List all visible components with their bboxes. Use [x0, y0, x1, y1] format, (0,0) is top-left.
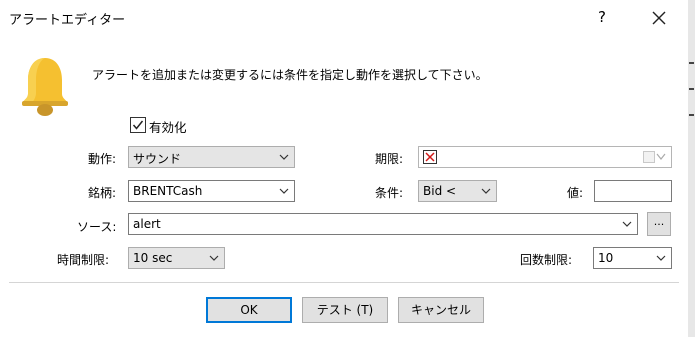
action-label: 動作:	[88, 152, 117, 166]
divider	[9, 282, 679, 283]
window-title: アラートエディター	[9, 13, 126, 28]
enabled-checkbox[interactable]	[130, 117, 146, 133]
symbol-label: 銘柄:	[88, 186, 117, 200]
alert-editor-dialog: アラートエディター ? アラートを追加または変更するには条件を指定し動作を選択し…	[0, 0, 695, 337]
chevron-down-icon	[622, 221, 632, 227]
close-button[interactable]	[646, 5, 672, 31]
source-select[interactable]: alert	[128, 213, 638, 235]
condition-select[interactable]: Bid <	[418, 180, 497, 202]
source-label: ソース:	[77, 220, 117, 234]
expiry-date-field[interactable]	[418, 146, 672, 168]
action-value: サウンド	[133, 152, 182, 166]
condition-label: 条件:	[375, 186, 404, 200]
value-label: 値:	[567, 186, 584, 200]
source-value: alert	[133, 217, 161, 231]
calendar-icon[interactable]	[643, 151, 667, 163]
expiry-checkbox-unchecked-icon[interactable]	[423, 150, 437, 164]
max-iterations-label: 回数制限:	[520, 253, 573, 267]
close-icon	[652, 11, 666, 25]
title-bar: アラートエディター ?	[0, 0, 695, 34]
action-select[interactable]: サウンド	[128, 146, 295, 168]
expiry-label: 期限:	[375, 152, 404, 166]
bell-icon	[22, 58, 68, 116]
chevron-down-icon	[656, 255, 666, 261]
max-iterations-select[interactable]: 10	[593, 247, 672, 269]
test-button[interactable]: テスト (T)	[302, 297, 388, 323]
timeout-select[interactable]: 10 sec	[128, 247, 225, 269]
cancel-button[interactable]: キャンセル	[398, 297, 484, 323]
help-button[interactable]: ?	[590, 5, 614, 29]
symbol-select[interactable]: BRENTCash	[128, 180, 295, 202]
instruction-text: アラートを追加または変更するには条件を指定し動作を選択して下さい。	[92, 68, 488, 82]
condition-value: Bid <	[423, 184, 457, 198]
chevron-down-icon	[279, 188, 289, 194]
chevron-down-icon	[481, 188, 491, 194]
background-window-edge	[688, 0, 695, 337]
symbol-value: BRENTCash	[133, 184, 203, 198]
enabled-label: 有効化	[149, 120, 187, 135]
timeout-label: 時間制限:	[57, 253, 110, 267]
browse-source-button[interactable]: ...	[647, 212, 671, 236]
chevron-down-icon	[279, 154, 289, 160]
max-iterations-value: 10	[598, 251, 614, 265]
timeout-value: 10 sec	[133, 251, 173, 265]
chevron-down-icon	[209, 255, 219, 261]
ok-button[interactable]: OK	[206, 297, 292, 323]
checkmark-icon	[132, 120, 144, 130]
value-input[interactable]	[594, 180, 672, 202]
